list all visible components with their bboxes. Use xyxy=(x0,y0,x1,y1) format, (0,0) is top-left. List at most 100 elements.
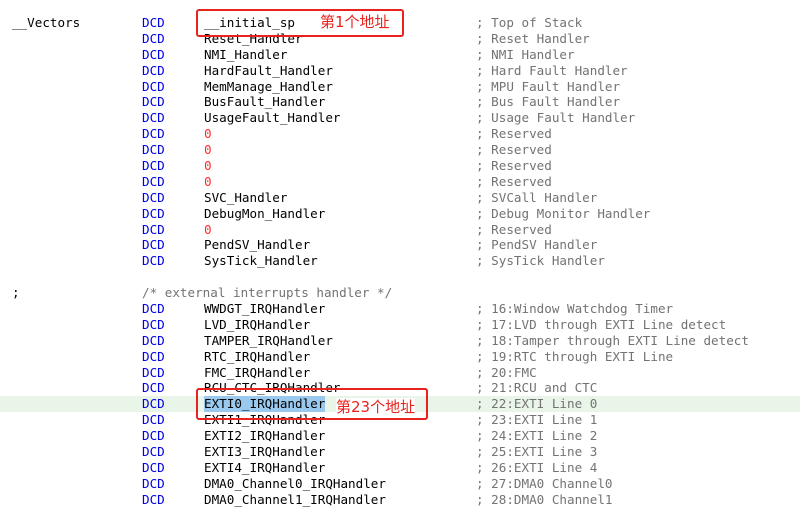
comment-token: ; Hard Fault Handler xyxy=(476,62,628,78)
directive-token: DCD xyxy=(142,15,165,30)
comment-token: ; Debug Monitor Handler xyxy=(476,205,651,221)
code-line[interactable]: DCD EXTI3_IRQHandler ; 25:EXTI Line 3 xyxy=(0,444,800,460)
operand-token: WWDGT_IRQHandler xyxy=(204,301,326,317)
operand-token: FMC_IRQHandler xyxy=(204,364,311,380)
operand-token: DebugMon_Handler xyxy=(204,205,326,221)
operand-token: TAMPER_IRQHandler xyxy=(204,332,333,348)
directive-token: DCD xyxy=(142,30,165,46)
code-line[interactable]: DCD DMA0_Channel1_IRQHandler ; 28:DMA0 Cha… xyxy=(0,492,800,508)
code-line[interactable]: DCD SysTick_Handler ; SysTick Handler xyxy=(0,253,800,269)
operand-token: SysTick_Handler xyxy=(204,253,318,269)
comment-token: ; PendSV Handler xyxy=(476,237,598,253)
code-line[interactable]: DCD EXTI2_IRQHandler ; 24:EXTI Line 2 xyxy=(0,428,800,444)
comment-token: ; 17:LVD through EXTI Line detect xyxy=(476,316,727,332)
comment-token: ; 16:Window Watchdog Timer xyxy=(476,301,674,317)
code-line[interactable]: DCD SVC_Handler ; SVCall Handler xyxy=(0,190,800,206)
directive-token: DCD xyxy=(142,412,165,428)
directive-token: DCD xyxy=(142,253,165,269)
directive-token: DCD xyxy=(142,459,165,475)
directive-token: DCD xyxy=(142,94,165,110)
operand-token: BusFault_Handler xyxy=(204,94,326,110)
label-token: __Vectors xyxy=(12,15,81,30)
directive-token: DCD xyxy=(142,444,165,460)
comment-token: ; 20:FMC xyxy=(476,364,537,380)
number-token: 0 xyxy=(204,126,212,142)
code-line[interactable]: DCD FMC_IRQHandler ; 20:FMC xyxy=(0,365,800,381)
label-token: ; xyxy=(12,285,20,301)
operand-token: EXTI4_IRQHandler xyxy=(204,459,326,475)
annotation-label-twentythird: 第23个地址 xyxy=(336,398,416,416)
operand-token: EXTI2_IRQHandler xyxy=(204,428,326,444)
code-line[interactable]: DCD Reset_Handler ; Reset Handler xyxy=(0,31,800,47)
directive-token: DCD xyxy=(142,110,165,126)
directive-token: DCD xyxy=(142,46,165,62)
selected-operand-token[interactable]: EXTI0_IRQHandler xyxy=(204,396,326,413)
code-line[interactable]: DCD 0 ; Reserved xyxy=(0,158,800,174)
code-line[interactable]: DCD TAMPER_IRQHandler ; 18:Tamper through … xyxy=(0,333,800,349)
number-token: 0 xyxy=(204,158,212,174)
directive-token: DCD xyxy=(142,78,165,94)
code-line[interactable]: DCD RTC_IRQHandler ; 19:RTC through EXTI L… xyxy=(0,349,800,365)
code-line[interactable]: DCD UsageFault_Handler ; Usage Fault Handl… xyxy=(0,110,800,126)
block-comment-token: /* external interrupts handler */ xyxy=(142,285,393,301)
comment-token: ; 21:RCU and CTC xyxy=(476,380,598,396)
code-line[interactable]: DCD LVD_IRQHandler ; 17:LVD through EXTI L… xyxy=(0,317,800,333)
comment-token: ; NMI Handler xyxy=(476,46,575,62)
directive-token: DCD xyxy=(142,301,165,317)
directive-token: DCD xyxy=(142,173,165,189)
operand-token: NMI_Handler xyxy=(204,46,288,62)
code-line[interactable]: DCD BusFault_Handler ; Bus Fault Handler xyxy=(0,94,800,110)
directive-token: DCD xyxy=(142,428,165,444)
comment-token: ; Usage Fault Handler xyxy=(476,110,636,126)
comment-token: ; MPU Fault Handler xyxy=(476,78,621,94)
directive-token: DCD xyxy=(142,491,165,507)
operand-token: MemManage_Handler xyxy=(204,78,333,94)
code-line[interactable]: DCD WWDGT_IRQHandler ; 16:Window Watchdog … xyxy=(0,301,800,317)
code-line[interactable]: DCD MemManage_Handler ; MPU Fault Handler xyxy=(0,79,800,95)
comment-token: ; 19:RTC through EXTI Line xyxy=(476,348,674,364)
comment-token: ; Reserved xyxy=(476,142,552,158)
directive-token: DCD xyxy=(142,189,165,205)
number-token: 0 xyxy=(204,221,212,237)
code-line[interactable]: DCD 0 ; Reserved xyxy=(0,142,800,158)
number-token: 0 xyxy=(204,142,212,158)
comment-token: ; 27:DMA0 Channel0 xyxy=(476,475,613,491)
operand-token: __initial_sp xyxy=(204,15,295,30)
code-editor[interactable]: __Vectors DCD __initial_sp ; Top of Stack D… xyxy=(0,15,800,508)
directive-token: DCD xyxy=(142,475,165,491)
code-line[interactable]: DCD NMI_Handler ; NMI Handler xyxy=(0,47,800,63)
directive-token: DCD xyxy=(142,237,165,253)
directive-token: DCD xyxy=(142,380,165,396)
comment-token: ; SysTick Handler xyxy=(476,253,605,269)
directive-token: DCD xyxy=(142,348,165,364)
operand-token: RTC_IRQHandler xyxy=(204,348,311,364)
code-line[interactable]: DCD PendSV_Handler ; PendSV Handler xyxy=(0,237,800,253)
directive-token: DCD xyxy=(142,142,165,158)
code-line[interactable]: DCD 0 ; Reserved xyxy=(0,174,800,190)
directive-token: DCD xyxy=(142,62,165,78)
code-line[interactable]: DCD DMA0_Channel0_IRQHandler ; 27:DMA0 Cha… xyxy=(0,476,800,492)
directive-token: DCD xyxy=(142,205,165,221)
code-line[interactable]: DCD 0 ; Reserved xyxy=(0,126,800,142)
comment-token: ; 18:Tamper through EXTI Line detect xyxy=(476,332,749,348)
code-line[interactable]: ; /* external interrupts handler */ xyxy=(0,285,800,301)
comment-token: ; 24:EXTI Line 2 xyxy=(476,428,598,444)
code-line[interactable]: DCD RCU_CTC_IRQHandler ; 21:RCU and CTC xyxy=(0,380,800,396)
comment-token: ; Reserved xyxy=(476,126,552,142)
code-line[interactable]: DCD HardFault_Handler ; Hard Fault Handler xyxy=(0,63,800,79)
code-line[interactable]: __Vectors DCD __initial_sp ; Top of Stack xyxy=(0,15,800,31)
code-line[interactable]: DCD EXTI4_IRQHandler ; 26:EXTI Line 4 xyxy=(0,460,800,476)
directive-token: DCD xyxy=(142,396,165,412)
operand-token: LVD_IRQHandler xyxy=(204,316,311,332)
comment-token: ; Reserved xyxy=(476,221,552,237)
code-line-blank[interactable] xyxy=(0,269,800,285)
code-line[interactable]: DCD 0 ; Reserved xyxy=(0,222,800,238)
comment-token: ; Reset Handler xyxy=(476,30,590,46)
directive-token: DCD xyxy=(142,332,165,348)
comment-token: ; 28:DMA0 Channel1 xyxy=(476,491,613,507)
number-token: 0 xyxy=(204,173,212,189)
comment-token: ; 26:EXTI Line 4 xyxy=(476,459,598,475)
operand-token: EXTI3_IRQHandler xyxy=(204,444,326,460)
comment-token: ; 23:EXTI Line 1 xyxy=(476,412,598,428)
code-line[interactable]: DCD DebugMon_Handler ; Debug Monitor Handl… xyxy=(0,206,800,222)
